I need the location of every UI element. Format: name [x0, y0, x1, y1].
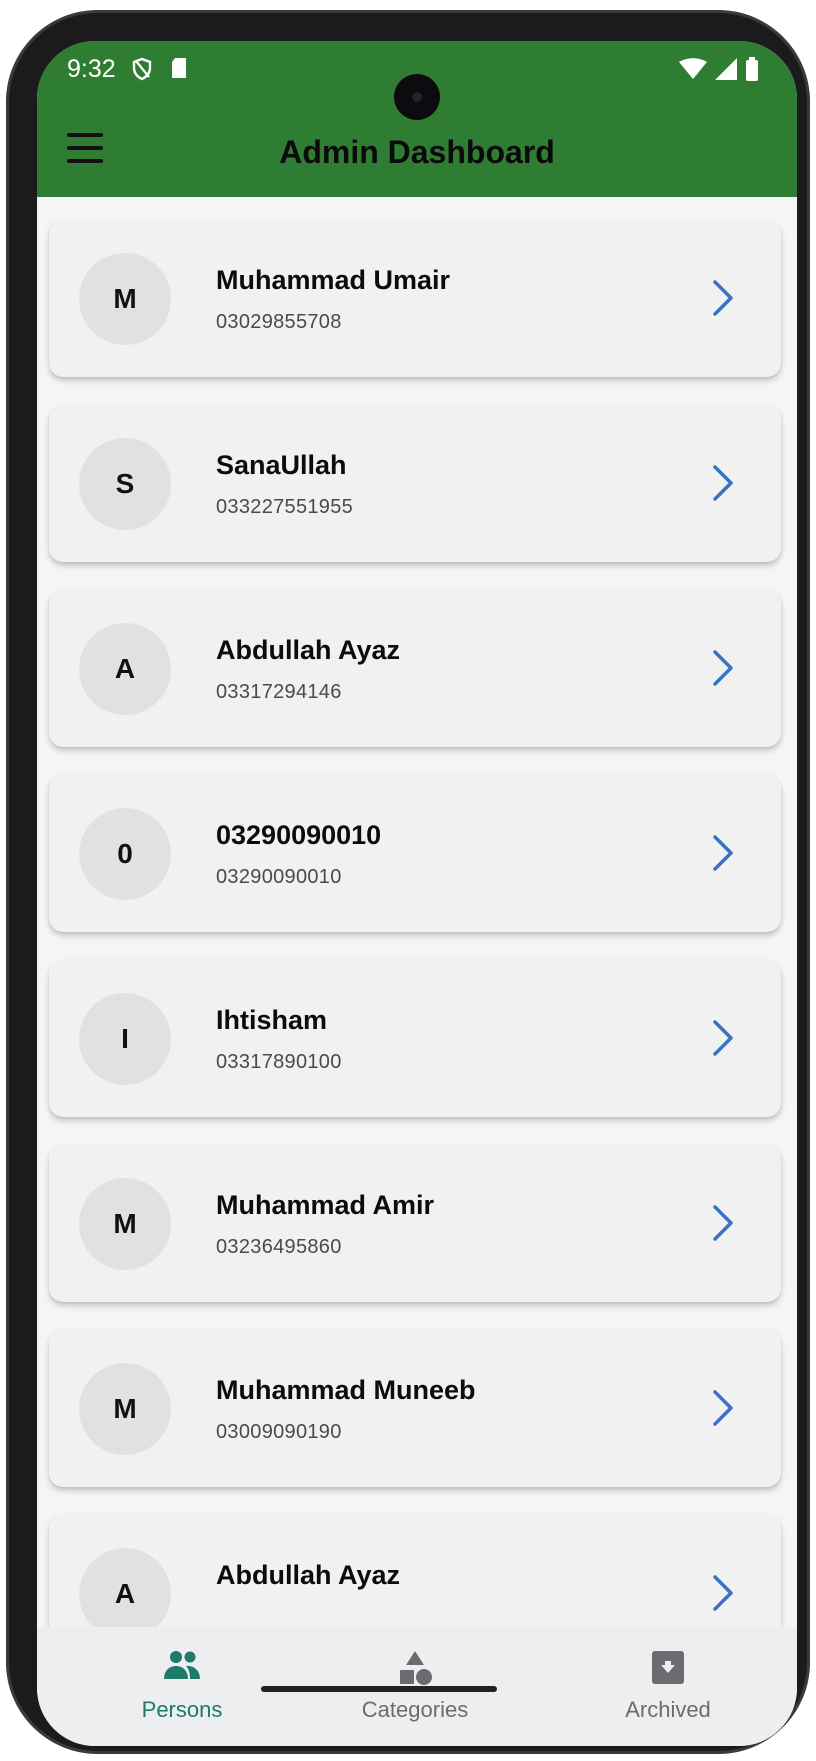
avatar: 0	[79, 808, 171, 900]
chevron-right-icon[interactable]	[703, 277, 743, 319]
person-phone: 03236495860	[216, 1236, 342, 1258]
shapes-icon	[400, 1651, 432, 1685]
nav-item-archived[interactable]: Archived	[568, 1627, 768, 1727]
person-phone: 03317890100	[216, 1051, 342, 1073]
nav-label-archived: Archived	[625, 1697, 711, 1722]
chevron-right-icon[interactable]	[703, 1202, 743, 1244]
person-phone: 033227551955	[216, 496, 354, 518]
avatar: A	[79, 1548, 171, 1627]
person-list[interactable]: M Muhammad Umair 03029855708 S SanaUllah…	[37, 197, 797, 1627]
person-name: Abdullah Ayaz	[216, 1560, 401, 1590]
status-right-icons	[679, 57, 759, 81]
chevron-right-icon[interactable]	[703, 832, 743, 874]
chevron-right-icon[interactable]	[703, 647, 743, 689]
avatar: S	[79, 438, 171, 530]
chevron-right-icon[interactable]	[703, 1572, 743, 1614]
person-card[interactable]: S SanaUllah 033227551955	[49, 404, 781, 562]
person-card[interactable]: I Ihtisham 03317890100	[49, 959, 781, 1117]
nav-item-persons[interactable]: Persons	[82, 1627, 282, 1727]
person-name: Muhammad Umair	[216, 265, 451, 295]
nav-label-categories: Categories	[361, 1697, 469, 1722]
sd-card-icon	[172, 58, 186, 78]
page-title: Admin Dashboard	[279, 134, 555, 170]
person-name: Muhammad Amir	[216, 1190, 435, 1220]
front-camera	[394, 74, 440, 120]
wifi-icon	[679, 58, 707, 79]
person-phone: 03290090010	[216, 866, 342, 888]
person-phone: 03317294146	[216, 681, 342, 703]
phone-screen: 9:32 Admin Dashboard M Muhammad Umair 03…	[37, 41, 797, 1746]
archive-icon	[652, 1651, 684, 1684]
person-phone: 03009090190	[216, 1421, 342, 1443]
person-name: Abdullah Ayaz	[216, 635, 401, 665]
person-card[interactable]: M Muhammad Amir 03236495860	[49, 1144, 781, 1302]
chevron-right-icon[interactable]	[703, 1017, 743, 1059]
status-time: 9:32	[67, 55, 116, 83]
person-card[interactable]: 0 03290090010 03290090010	[49, 774, 781, 932]
person-card[interactable]: M Muhammad Umair 03029855708	[49, 219, 781, 377]
chevron-right-icon[interactable]	[703, 1387, 743, 1429]
person-name: SanaUllah	[216, 450, 347, 480]
person-card[interactable]: M Muhammad Muneeb 03009090190	[49, 1329, 781, 1487]
shield-icon	[132, 57, 152, 81]
person-phone: 03029855708	[216, 311, 342, 333]
chevron-right-icon[interactable]	[703, 462, 743, 504]
person-card[interactable]: A Abdullah Ayaz 03317294146	[49, 589, 781, 747]
battery-icon	[746, 57, 758, 81]
avatar: M	[79, 1363, 171, 1455]
avatar: M	[79, 253, 171, 345]
status-left-icons	[132, 57, 188, 81]
people-icon	[164, 1651, 200, 1679]
nav-label-persons: Persons	[141, 1697, 223, 1722]
avatar: I	[79, 993, 171, 1085]
signal-icon	[715, 58, 737, 80]
person-name: 03290090010	[216, 820, 382, 850]
avatar: A	[79, 623, 171, 715]
person-name: Muhammad Muneeb	[216, 1375, 476, 1405]
app-bar: 9:32 Admin Dashboard	[37, 41, 797, 197]
nav-item-categories[interactable]: Categories	[315, 1627, 515, 1727]
avatar: M	[79, 1178, 171, 1270]
home-indicator[interactable]	[261, 1686, 497, 1692]
person-card[interactable]: A Abdullah Ayaz	[49, 1514, 781, 1627]
person-name: Ihtisham	[216, 1005, 328, 1035]
